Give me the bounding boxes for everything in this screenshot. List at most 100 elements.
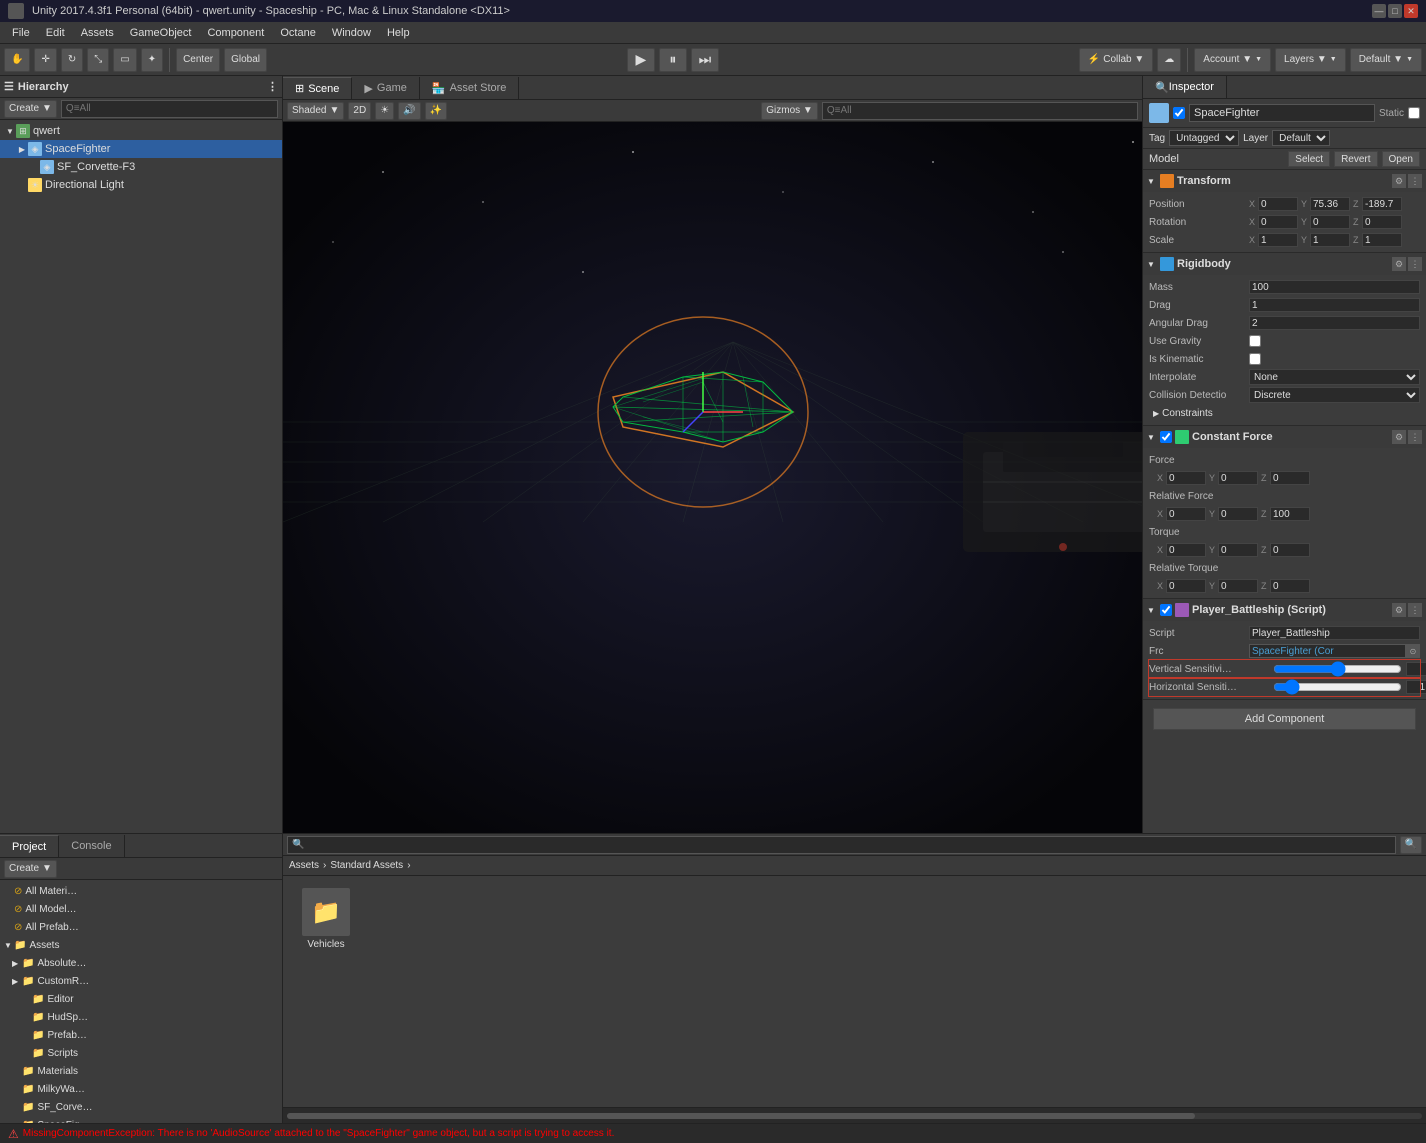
close-button[interactable]: ✕ [1404, 4, 1418, 18]
tree-item-all-models[interactable]: ⊘ All Model… [0, 900, 282, 918]
tree-item-materials[interactable]: 📁 Materials [0, 1062, 282, 1080]
rigidbody-header[interactable]: ▼ Rigidbody ⚙ ⋮ [1143, 253, 1426, 275]
account-button[interactable]: Account ▼ ▼ [1194, 48, 1271, 72]
transform-menu-button[interactable]: ⋮ [1408, 174, 1422, 188]
force-x-input[interactable] [1166, 471, 1206, 485]
angular-drag-input[interactable] [1249, 316, 1420, 330]
scale-tool[interactable]: ⤡ [87, 48, 109, 72]
layout-button[interactable]: Default ▼ ▼ [1350, 48, 1422, 72]
audio-button[interactable]: 🔊 [398, 102, 420, 120]
hierarchy-create-button[interactable]: Create ▼ [4, 100, 57, 118]
rotation-x-input[interactable] [1258, 215, 1298, 229]
center-button[interactable]: Center [176, 48, 220, 72]
tree-item-all-prefabs[interactable]: ⊘ All Prefab… [0, 918, 282, 936]
open-button[interactable]: Open [1382, 151, 1420, 167]
play-button[interactable]: ▶ [627, 48, 655, 72]
project-search-input[interactable] [287, 836, 1396, 854]
constant-force-menu-button[interactable]: ⋮ [1408, 430, 1422, 444]
menu-file[interactable]: File [4, 25, 38, 41]
project-search-button[interactable]: 🔍 [1400, 836, 1422, 854]
use-gravity-checkbox[interactable] [1249, 335, 1261, 347]
hierarchy-menu-icon[interactable]: ⋮ [267, 80, 278, 93]
vertical-sensitivity-input[interactable] [1406, 662, 1426, 676]
pause-button[interactable]: ⏸ [659, 48, 687, 72]
rigidbody-settings-button[interactable]: ⚙ [1392, 257, 1406, 271]
collision-dropdown[interactable]: Discrete [1249, 387, 1420, 403]
tab-project[interactable]: Project [0, 835, 59, 857]
select-button[interactable]: Select [1288, 151, 1330, 167]
fx-button[interactable]: ✨ [425, 102, 447, 120]
maximize-button[interactable]: □ [1388, 4, 1402, 18]
tab-scene[interactable]: ⊞ Scene [283, 77, 352, 99]
menu-help[interactable]: Help [379, 25, 418, 41]
scale-y-input[interactable] [1310, 233, 1350, 247]
move-tool[interactable]: ✛ [34, 48, 56, 72]
hierarchy-item-light[interactable]: ☀ Directional Light [0, 176, 282, 194]
layers-button[interactable]: Layers ▼ ▼ [1275, 48, 1346, 72]
tree-item-assets[interactable]: ▼ 📁 Assets [0, 936, 282, 954]
menu-edit[interactable]: Edit [38, 25, 73, 41]
hierarchy-item-spacefighter[interactable]: ▶ ◈ SpaceFighter [0, 140, 282, 158]
hierarchy-search-input[interactable] [61, 100, 278, 118]
rel-torque-z-input[interactable] [1270, 579, 1310, 593]
tab-asset-store[interactable]: 🏪 Asset Store [420, 77, 520, 99]
hand-tool[interactable]: ✋ [4, 48, 30, 72]
script-header[interactable]: ▼ Player_Battleship (Script) ⚙ ⋮ [1143, 599, 1426, 621]
mass-input[interactable] [1249, 280, 1420, 294]
tree-item-editor[interactable]: 📁 Editor [0, 990, 282, 1008]
gameobject-name-input[interactable] [1189, 104, 1375, 122]
scene-search-input[interactable] [822, 102, 1138, 120]
rel-force-z-input[interactable] [1270, 507, 1310, 521]
transform-settings-button[interactable]: ⚙ [1392, 174, 1406, 188]
frc-pick-button[interactable]: ⊙ [1406, 644, 1420, 658]
tree-item-spacefig[interactable]: 📁 SpaceFig… [0, 1116, 282, 1123]
project-create-button[interactable]: Create ▼ [4, 860, 57, 878]
interpolate-dropdown[interactable]: None [1249, 369, 1420, 385]
cloud-button[interactable]: ☁ [1157, 48, 1181, 72]
2d-button[interactable]: 2D [348, 102, 371, 120]
frc-input[interactable] [1249, 644, 1406, 658]
tree-item-prefab[interactable]: 📁 Prefab… [0, 1026, 282, 1044]
gameobject-active-checkbox[interactable] [1173, 107, 1185, 119]
global-button[interactable]: Global [224, 48, 267, 72]
horizontal-sensitivity-input[interactable] [1406, 680, 1426, 694]
script-enabled-checkbox[interactable] [1160, 604, 1172, 616]
scale-z-input[interactable] [1362, 233, 1402, 247]
shading-dropdown[interactable]: Shaded ▼ [287, 102, 344, 120]
revert-button[interactable]: Revert [1334, 151, 1377, 167]
rel-torque-y-input[interactable] [1218, 579, 1258, 593]
step-button[interactable]: ⏭ [691, 48, 719, 72]
position-x-input[interactable] [1258, 197, 1298, 211]
lights-button[interactable]: ☀ [375, 102, 394, 120]
scene-viewport[interactable]: <Persp [283, 122, 1142, 833]
tab-game[interactable]: ▶ Game [352, 77, 419, 99]
tree-item-milkyway[interactable]: 📁 MilkyWa… [0, 1080, 282, 1098]
torque-z-input[interactable] [1270, 543, 1310, 557]
gameobject-static-checkbox[interactable] [1408, 107, 1420, 119]
position-y-input[interactable] [1310, 197, 1350, 211]
add-component-button[interactable]: Add Component [1153, 708, 1416, 730]
transform-header[interactable]: ▼ Transform ⚙ ⋮ [1143, 170, 1426, 192]
menu-gameobject[interactable]: GameObject [122, 25, 200, 41]
rotate-tool[interactable]: ↻ [61, 48, 83, 72]
rotation-y-input[interactable] [1310, 215, 1350, 229]
constant-force-header[interactable]: ▼ Constant Force ⚙ ⋮ [1143, 426, 1426, 448]
is-kinematic-checkbox[interactable] [1249, 353, 1261, 365]
script-menu-button[interactable]: ⋮ [1408, 603, 1422, 617]
tree-item-customr[interactable]: ▶ 📁 CustomR… [0, 972, 282, 990]
rigidbody-menu-button[interactable]: ⋮ [1408, 257, 1422, 271]
gizmos-button[interactable]: Gizmos ▼ [761, 102, 818, 120]
drag-input[interactable] [1249, 298, 1420, 312]
script-settings-button[interactable]: ⚙ [1392, 603, 1406, 617]
rotation-z-input[interactable] [1362, 215, 1402, 229]
rel-force-x-input[interactable] [1166, 507, 1206, 521]
multi-tool[interactable]: ✦ [141, 48, 163, 72]
scale-x-input[interactable] [1258, 233, 1298, 247]
tree-item-absolute[interactable]: ▶ 📁 Absolute… [0, 954, 282, 972]
menu-octane[interactable]: Octane [272, 25, 323, 41]
rel-force-y-input[interactable] [1218, 507, 1258, 521]
torque-x-input[interactable] [1166, 543, 1206, 557]
force-z-input[interactable] [1270, 471, 1310, 485]
force-y-input[interactable] [1218, 471, 1258, 485]
collab-button[interactable]: ⚡ Collab ▼ [1079, 48, 1153, 72]
